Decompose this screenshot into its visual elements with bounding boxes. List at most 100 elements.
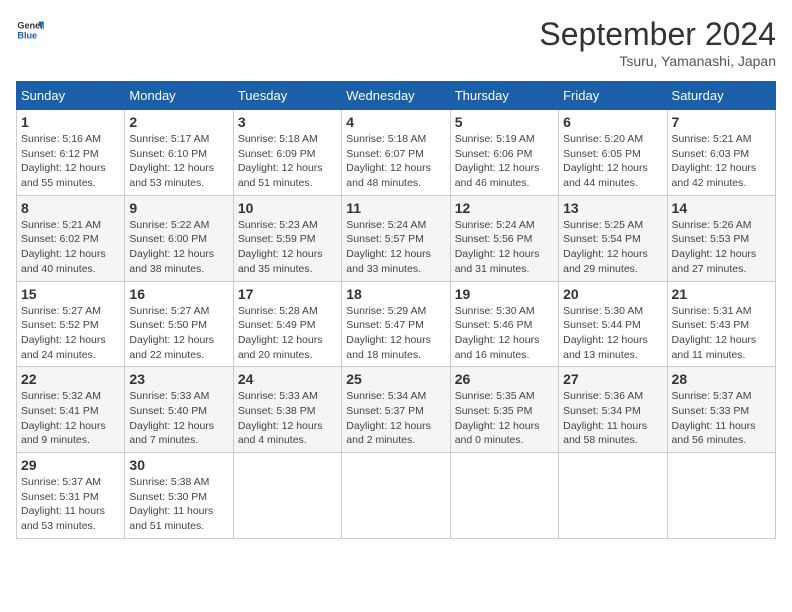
calendar-cell: 1 Sunrise: 5:16 AMSunset: 6:12 PMDaylight… (17, 110, 125, 196)
calendar-cell: 27 Sunrise: 5:36 AMSunset: 5:34 PMDayligh… (559, 367, 667, 453)
calendar-cell (450, 453, 558, 539)
calendar-table: SundayMondayTuesdayWednesdayThursdayFrid… (16, 81, 776, 539)
calendar-body: 1 Sunrise: 5:16 AMSunset: 6:12 PMDaylight… (17, 110, 776, 539)
calendar-week: 15 Sunrise: 5:27 AMSunset: 5:52 PMDayligh… (17, 281, 776, 367)
day-number: 2 (129, 114, 228, 130)
day-number: 24 (238, 371, 337, 387)
calendar-week: 22 Sunrise: 5:32 AMSunset: 5:41 PMDayligh… (17, 367, 776, 453)
day-number: 28 (672, 371, 771, 387)
day-info: Sunrise: 5:22 AMSunset: 6:00 PMDaylight:… (129, 218, 228, 277)
day-info: Sunrise: 5:24 AMSunset: 5:56 PMDaylight:… (455, 218, 554, 277)
day-info: Sunrise: 5:24 AMSunset: 5:57 PMDaylight:… (346, 218, 445, 277)
calendar-day-header: Wednesday (342, 82, 450, 110)
calendar-header-row: SundayMondayTuesdayWednesdayThursdayFrid… (17, 82, 776, 110)
day-number: 30 (129, 457, 228, 473)
day-number: 21 (672, 286, 771, 302)
calendar-cell: 16 Sunrise: 5:27 AMSunset: 5:50 PMDayligh… (125, 281, 233, 367)
day-info: Sunrise: 5:37 AMSunset: 5:33 PMDaylight:… (672, 389, 771, 448)
calendar-cell: 14 Sunrise: 5:26 AMSunset: 5:53 PMDayligh… (667, 195, 775, 281)
day-number: 7 (672, 114, 771, 130)
logo-icon: General Blue (16, 16, 44, 44)
calendar-day-header: Friday (559, 82, 667, 110)
day-info: Sunrise: 5:27 AMSunset: 5:50 PMDaylight:… (129, 304, 228, 363)
calendar-cell: 5Sunrise: 5:19 AMSunset: 6:06 PMDaylight… (450, 110, 558, 196)
day-info: Sunrise: 5:30 AMSunset: 5:44 PMDaylight:… (563, 304, 662, 363)
calendar-day-header: Saturday (667, 82, 775, 110)
calendar-cell: 19 Sunrise: 5:30 AMSunset: 5:46 PMDayligh… (450, 281, 558, 367)
day-number: 29 (21, 457, 120, 473)
calendar-cell: 15 Sunrise: 5:27 AMSunset: 5:52 PMDayligh… (17, 281, 125, 367)
calendar-cell: 28 Sunrise: 5:37 AMSunset: 5:33 PMDayligh… (667, 367, 775, 453)
day-info: Sunrise: 5:23 AMSunset: 5:59 PMDaylight:… (238, 218, 337, 277)
day-info: Sunrise: 5:30 AMSunset: 5:46 PMDaylight:… (455, 304, 554, 363)
calendar-cell (559, 453, 667, 539)
calendar-cell: 12 Sunrise: 5:24 AMSunset: 5:56 PMDayligh… (450, 195, 558, 281)
day-info: Sunrise: 5:21 AMSunset: 6:02 PMDaylight:… (21, 218, 120, 277)
calendar-week: 29Sunrise: 5:37 AMSunset: 5:31 PMDayligh… (17, 453, 776, 539)
day-number: 15 (21, 286, 120, 302)
day-number: 19 (455, 286, 554, 302)
calendar-day-header: Thursday (450, 82, 558, 110)
day-number: 13 (563, 200, 662, 216)
svg-text:Blue: Blue (17, 30, 37, 40)
calendar-cell: 26Sunrise: 5:35 AMSunset: 5:35 PMDayligh… (450, 367, 558, 453)
day-info: Sunrise: 5:33 AMSunset: 5:40 PMDaylight:… (129, 389, 228, 448)
day-info: Sunrise: 5:32 AMSunset: 5:41 PMDaylight:… (21, 389, 120, 448)
day-info: Sunrise: 5:28 AMSunset: 5:49 PMDaylight:… (238, 304, 337, 363)
day-number: 14 (672, 200, 771, 216)
calendar-cell: 21 Sunrise: 5:31 AMSunset: 5:43 PMDayligh… (667, 281, 775, 367)
calendar-cell: 30 Sunrise: 5:38 AMSunset: 5:30 PMDayligh… (125, 453, 233, 539)
calendar-cell: 17 Sunrise: 5:28 AMSunset: 5:49 PMDayligh… (233, 281, 341, 367)
day-number: 17 (238, 286, 337, 302)
day-number: 22 (21, 371, 120, 387)
calendar-cell (342, 453, 450, 539)
day-info: Sunrise: 5:31 AMSunset: 5:43 PMDaylight:… (672, 304, 771, 363)
calendar-cell: 6 Sunrise: 5:20 AMSunset: 6:05 PMDaylight… (559, 110, 667, 196)
day-number: 1 (21, 114, 120, 130)
day-number: 9 (129, 200, 228, 216)
day-info: Sunrise: 5:27 AMSunset: 5:52 PMDaylight:… (21, 304, 120, 363)
day-info: Sunrise: 5:21 AMSunset: 6:03 PMDaylight:… (672, 132, 771, 191)
logo: General Blue (16, 16, 44, 44)
day-number: 25 (346, 371, 445, 387)
day-number: 26 (455, 371, 554, 387)
day-number: 16 (129, 286, 228, 302)
month-title: September 2024 (539, 16, 776, 53)
calendar-day-header: Monday (125, 82, 233, 110)
calendar-cell (667, 453, 775, 539)
calendar-cell: 10 Sunrise: 5:23 AMSunset: 5:59 PMDayligh… (233, 195, 341, 281)
day-info: Sunrise: 5:26 AMSunset: 5:53 PMDaylight:… (672, 218, 771, 277)
day-info: Sunrise: 5:34 AMSunset: 5:37 PMDaylight:… (346, 389, 445, 448)
location-title: Tsuru, Yamanashi, Japan (539, 53, 776, 69)
day-info: Sunrise: 5:18 AMSunset: 6:07 PMDaylight:… (346, 132, 445, 191)
calendar-day-header: Tuesday (233, 82, 341, 110)
day-info: Sunrise: 5:16 AMSunset: 6:12 PMDaylight:… (21, 132, 120, 191)
day-number: 12 (455, 200, 554, 216)
calendar-cell: 8Sunrise: 5:21 AMSunset: 6:02 PMDaylight… (17, 195, 125, 281)
day-number: 6 (563, 114, 662, 130)
day-number: 11 (346, 200, 445, 216)
calendar-week: 8Sunrise: 5:21 AMSunset: 6:02 PMDaylight… (17, 195, 776, 281)
calendar-cell: 23 Sunrise: 5:33 AMSunset: 5:40 PMDayligh… (125, 367, 233, 453)
calendar-cell: 13 Sunrise: 5:25 AMSunset: 5:54 PMDayligh… (559, 195, 667, 281)
day-info: Sunrise: 5:19 AMSunset: 6:06 PMDaylight:… (455, 132, 554, 191)
calendar-cell: 29Sunrise: 5:37 AMSunset: 5:31 PMDayligh… (17, 453, 125, 539)
day-info: Sunrise: 5:25 AMSunset: 5:54 PMDaylight:… (563, 218, 662, 277)
day-number: 23 (129, 371, 228, 387)
page-header: General Blue September 2024 Tsuru, Yaman… (16, 16, 776, 69)
day-number: 20 (563, 286, 662, 302)
day-info: Sunrise: 5:33 AMSunset: 5:38 PMDaylight:… (238, 389, 337, 448)
day-number: 10 (238, 200, 337, 216)
day-info: Sunrise: 5:36 AMSunset: 5:34 PMDaylight:… (563, 389, 662, 448)
day-info: Sunrise: 5:38 AMSunset: 5:30 PMDaylight:… (129, 475, 228, 534)
day-number: 3 (238, 114, 337, 130)
calendar-cell: 2Sunrise: 5:17 AMSunset: 6:10 PMDaylight… (125, 110, 233, 196)
calendar-cell: 24 Sunrise: 5:33 AMSunset: 5:38 PMDayligh… (233, 367, 341, 453)
day-number: 18 (346, 286, 445, 302)
day-number: 27 (563, 371, 662, 387)
calendar-cell: 3 Sunrise: 5:18 AMSunset: 6:09 PMDaylight… (233, 110, 341, 196)
calendar-day-header: Sunday (17, 82, 125, 110)
day-info: Sunrise: 5:20 AMSunset: 6:05 PMDaylight:… (563, 132, 662, 191)
day-info: Sunrise: 5:18 AMSunset: 6:09 PMDaylight:… (238, 132, 337, 191)
calendar-cell: 25 Sunrise: 5:34 AMSunset: 5:37 PMDayligh… (342, 367, 450, 453)
